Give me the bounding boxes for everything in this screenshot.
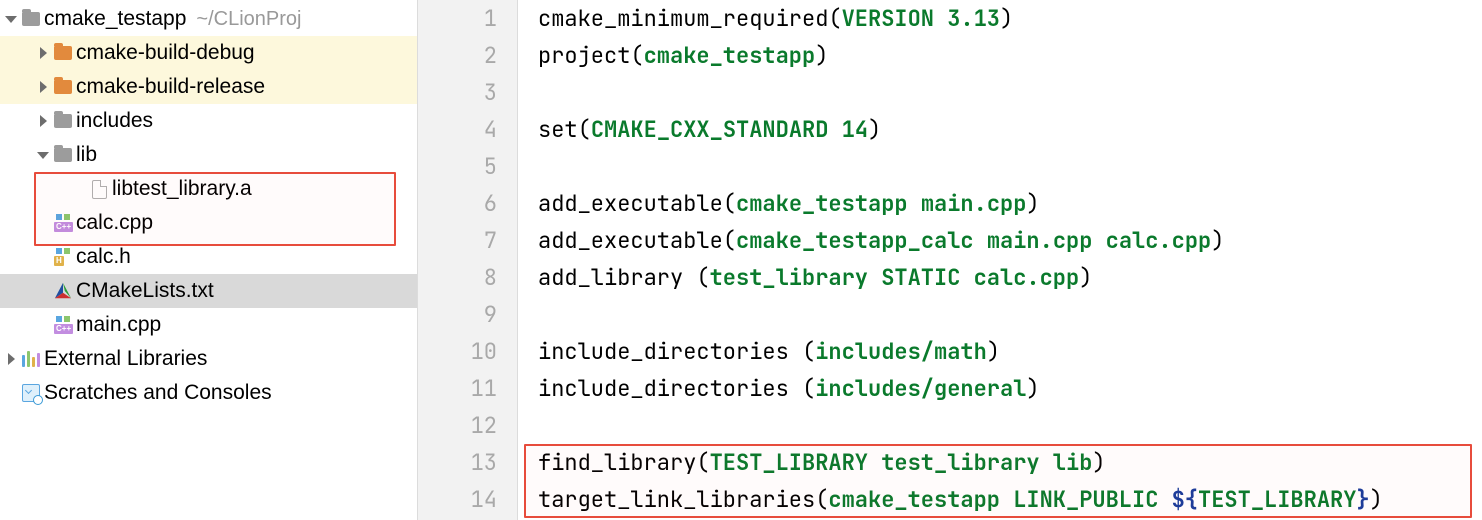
chevron-down-icon[interactable] xyxy=(36,152,50,159)
tree-item-label: calc.cpp xyxy=(76,211,153,235)
cmake-file-icon xyxy=(50,282,76,300)
tree-item-label: Scratches and Consoles xyxy=(44,381,272,405)
folder-icon xyxy=(18,12,44,26)
code-line[interactable]: set(CMAKE_CXX_STANDARD 14) xyxy=(538,111,1482,148)
line-number: 1 xyxy=(418,0,497,37)
tree-item-label: CMakeLists.txt xyxy=(76,279,214,303)
chevron-down-icon[interactable] xyxy=(4,16,18,23)
tree-item-label: cmake-build-debug xyxy=(76,41,255,65)
scratches-icon xyxy=(18,384,44,402)
line-number: 3 xyxy=(418,74,497,111)
tree-item-root[interactable]: cmake_testapp ~/CLionProj xyxy=(0,2,417,36)
tree-item-external-libraries[interactable]: External Libraries xyxy=(0,342,417,376)
cpp-file-icon: C++ xyxy=(50,316,76,334)
chevron-right-icon[interactable] xyxy=(36,115,50,127)
tree-item-label: includes xyxy=(76,109,153,133)
line-number: 6 xyxy=(418,185,497,222)
folder-icon xyxy=(50,80,76,94)
code-line[interactable]: project(cmake_testapp) xyxy=(538,37,1482,74)
folder-icon xyxy=(50,114,76,128)
tree-item-scratches[interactable]: Scratches and Consoles xyxy=(0,376,417,410)
tree-item-build-release[interactable]: cmake-build-release xyxy=(0,70,417,104)
line-number: 4 xyxy=(418,111,497,148)
code-line[interactable] xyxy=(538,74,1482,111)
folder-icon xyxy=(50,148,76,162)
line-number: 14 xyxy=(418,481,497,518)
code-line[interactable]: find_library(TEST_LIBRARY test_library l… xyxy=(538,444,1482,481)
code-line[interactable]: add_executable(cmake_testapp main.cpp) xyxy=(538,185,1482,222)
tree-item-libtest[interactable]: libtest_library.a xyxy=(0,172,417,206)
line-number: 5 xyxy=(418,148,497,185)
tree-item-label: main.cpp xyxy=(76,313,161,337)
line-number: 9 xyxy=(418,296,497,333)
code-line[interactable] xyxy=(538,296,1482,333)
code-line[interactable]: add_executable(cmake_testapp_calc main.c… xyxy=(538,222,1482,259)
line-number: 2 xyxy=(418,37,497,74)
chevron-right-icon[interactable] xyxy=(36,81,50,93)
editor-gutter: 1234567891011121314 xyxy=(418,0,518,520)
tree-item-includes[interactable]: includes xyxy=(0,104,417,138)
code-line[interactable]: add_library (test_library STATIC calc.cp… xyxy=(538,259,1482,296)
chevron-right-icon[interactable] xyxy=(4,353,18,365)
code-line[interactable]: cmake_minimum_required(VERSION 3.13) xyxy=(538,0,1482,37)
tree-item-main-cpp[interactable]: C++ main.cpp xyxy=(0,308,417,342)
tree-item-label: cmake-build-release xyxy=(76,75,265,99)
code-line[interactable]: target_link_libraries(cmake_testapp LINK… xyxy=(538,481,1482,518)
chevron-right-icon[interactable] xyxy=(36,47,50,59)
line-number: 13 xyxy=(418,444,497,481)
line-number: 10 xyxy=(418,333,497,370)
tree-item-label: External Libraries xyxy=(44,347,207,371)
tree-item-lib[interactable]: lib xyxy=(0,138,417,172)
file-icon xyxy=(86,180,112,199)
code-line[interactable] xyxy=(538,407,1482,444)
code-editor[interactable]: 1234567891011121314 cmake_minimum_requir… xyxy=(418,0,1482,520)
cpp-file-icon: C++ xyxy=(50,214,76,232)
code-line[interactable]: include_directories (includes/general) xyxy=(538,370,1482,407)
tree-item-build-debug[interactable]: cmake-build-debug xyxy=(0,36,417,70)
tree-item-label: libtest_library.a xyxy=(112,177,252,201)
libraries-icon xyxy=(18,351,44,367)
project-tree[interactable]: cmake_testapp ~/CLionProj cmake-build-de… xyxy=(0,0,418,520)
line-number: 7 xyxy=(418,222,497,259)
tree-item-calc-h[interactable]: H calc.h xyxy=(0,240,417,274)
code-line[interactable]: include_directories (includes/math) xyxy=(538,333,1482,370)
tree-item-path: ~/CLionProj xyxy=(196,8,301,31)
tree-item-label: cmake_testapp xyxy=(44,7,186,31)
header-file-icon: H xyxy=(50,248,76,266)
line-number: 8 xyxy=(418,259,497,296)
line-number: 12 xyxy=(418,407,497,444)
tree-item-label: calc.h xyxy=(76,245,131,269)
tree-item-cmakelists[interactable]: CMakeLists.txt xyxy=(0,274,417,308)
editor-code[interactable]: cmake_minimum_required(VERSION 3.13)proj… xyxy=(518,0,1482,520)
tree-item-label: lib xyxy=(76,143,97,167)
code-line[interactable] xyxy=(538,148,1482,185)
tree-item-calc-cpp[interactable]: C++ calc.cpp xyxy=(0,206,417,240)
line-number: 11 xyxy=(418,370,497,407)
folder-icon xyxy=(50,46,76,60)
